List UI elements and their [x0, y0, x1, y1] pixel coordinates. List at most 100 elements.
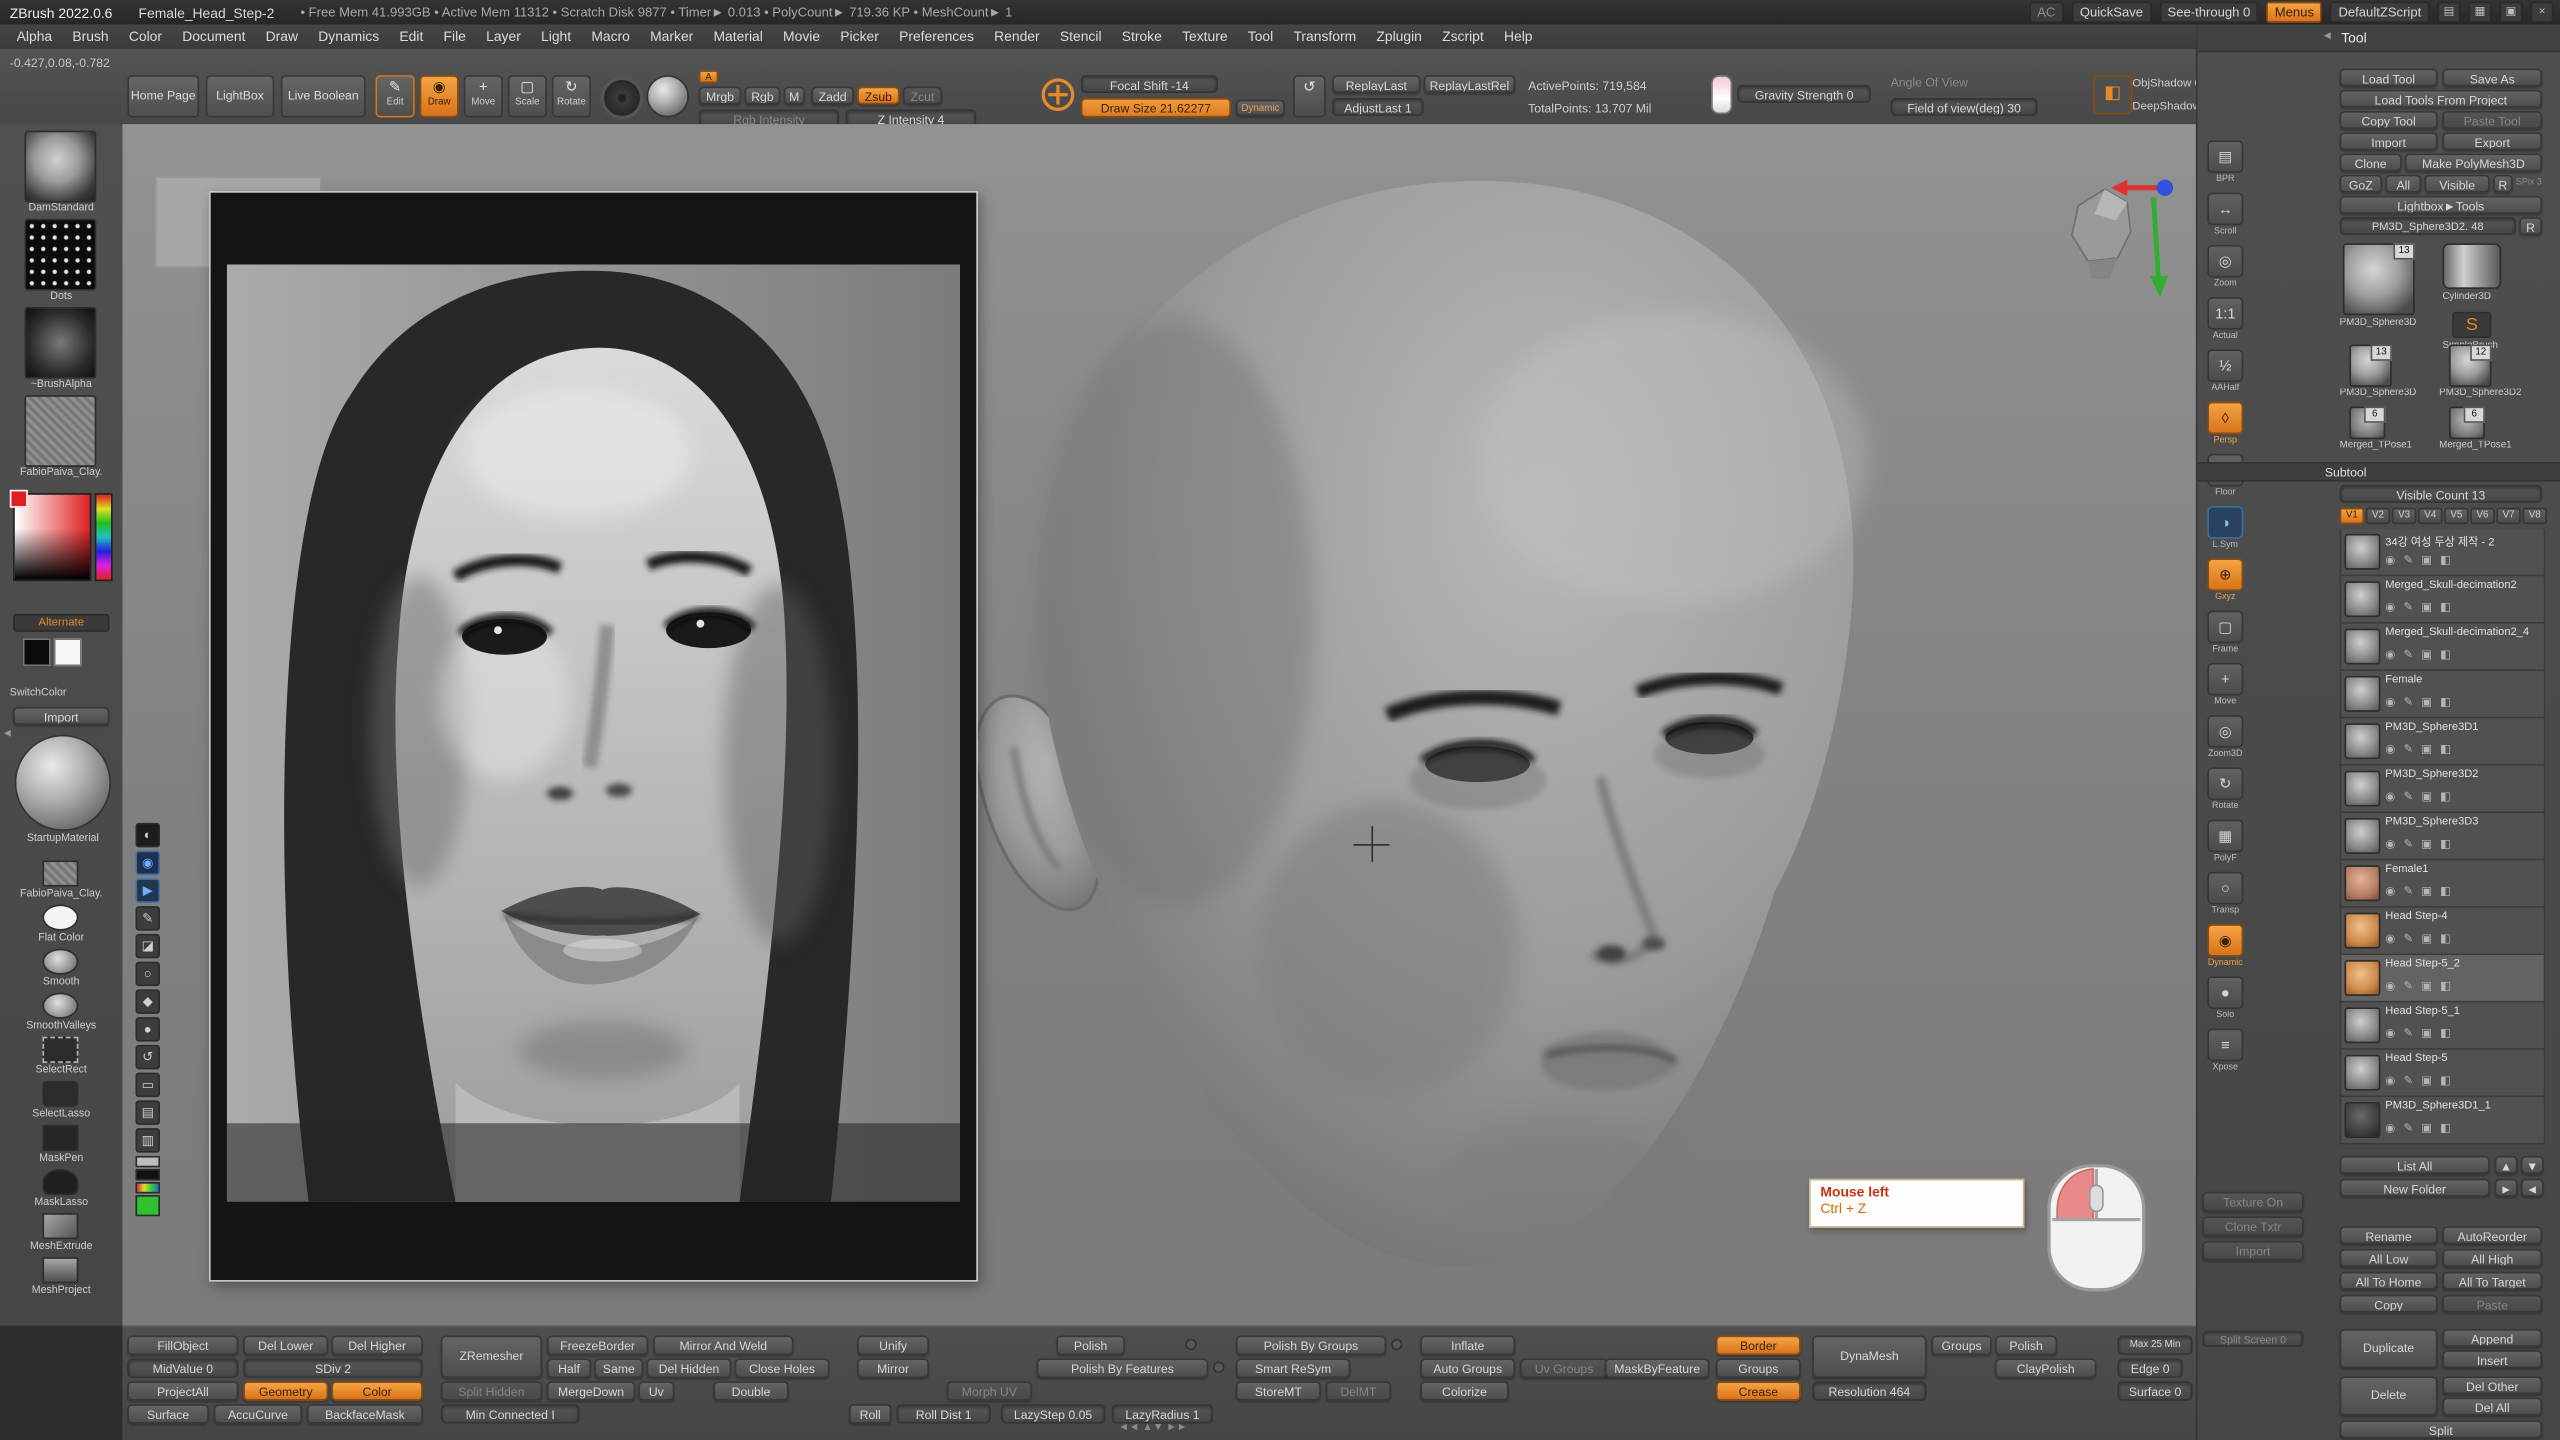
gravity-icon[interactable] [1711, 75, 1732, 114]
subtool-thumbnail[interactable] [2344, 913, 2380, 949]
polish-toggle-dot[interactable] [1185, 1339, 1196, 1350]
strip-tool-icon[interactable]: ▢ [2207, 611, 2243, 644]
lazystep-slider[interactable]: LazyStep 0.05 [1001, 1404, 1105, 1424]
auto-groups-button[interactable]: Auto Groups [1420, 1358, 1515, 1378]
menu-item[interactable]: Render [984, 24, 1050, 48]
subtool-tab[interactable]: V4 [2418, 508, 2442, 524]
subtool-thumbnail[interactable] [2344, 581, 2380, 617]
brush-icon[interactable]: ✎ [2403, 601, 2413, 617]
shelf-item[interactable]: MeshExtrude [0, 1211, 122, 1255]
deep-shadow-slider[interactable]: DeepShadow [2132, 101, 2201, 112]
half-button[interactable]: Half [547, 1358, 591, 1378]
delmt-button[interactable]: DelMT [1326, 1381, 1391, 1401]
uv-icon[interactable]: ◧ [2440, 885, 2451, 901]
tool-thumbnail[interactable]: 6 [2449, 407, 2485, 440]
strip-tool-button[interactable]: ◑ L.Sym [2201, 504, 2250, 556]
brush-icon[interactable]: ✎ [2403, 1074, 2413, 1090]
list-all-button[interactable]: List All [2340, 1156, 2490, 1174]
folder-next-icon[interactable]: ◄ [2521, 1179, 2544, 1197]
subtool-tab[interactable]: V3 [2392, 508, 2416, 524]
subtool-row[interactable]: PM3D_Sphere3D1 ◉ ✎ ▣ ◧ [2340, 718, 2546, 765]
eye-icon[interactable]: ◉ [2385, 696, 2395, 712]
zsub-button[interactable]: Zsub [857, 87, 899, 105]
quicksave-button[interactable]: QuickSave [2072, 2, 2151, 23]
delete-button[interactable]: Delete [2340, 1376, 2438, 1415]
menu-item[interactable]: Help [1494, 24, 1543, 48]
brush-thumbnail[interactable] [24, 395, 96, 467]
insert-button[interactable]: Insert [2442, 1350, 2542, 1368]
subtool-thumbnail[interactable] [2344, 818, 2380, 854]
cursor-icon[interactable]: ▶ [136, 878, 160, 902]
subtool-thumbnail[interactable] [2344, 771, 2380, 807]
rgb-button[interactable]: Rgb [744, 87, 780, 105]
uv-icon[interactable]: ◧ [2440, 838, 2451, 854]
active-tool-slider[interactable]: PM3D_Sphere3D2. 48 [2340, 217, 2516, 235]
strip-tool-button[interactable]: ▢ Frame [2201, 609, 2250, 661]
panel-scroll-arrows[interactable]: ◄◄ ▲▼ ►► [1118, 1422, 1187, 1433]
subtool-thumbnail[interactable] [2344, 534, 2380, 570]
tool-r-button[interactable]: R [2519, 217, 2542, 235]
subtool-tab[interactable]: V8 [2522, 508, 2546, 524]
crease-button[interactable]: Crease [1716, 1381, 1801, 1401]
eye-icon[interactable]: ◉ [2385, 1027, 2395, 1043]
goz-all-button[interactable]: All [2385, 175, 2421, 193]
strip-tool-button[interactable]: ● Solo [2201, 975, 2250, 1027]
split-button[interactable]: Split [2340, 1420, 2542, 1438]
z-axis-dot[interactable] [2157, 180, 2173, 196]
shelf-item[interactable]: SmoothValleys [0, 991, 122, 1035]
shelf-item-thumbnail[interactable] [42, 1257, 78, 1283]
adjust-last-slider[interactable]: AdjustLast 1 [1332, 98, 1423, 116]
strip-tool-icon[interactable]: ◉ [2207, 924, 2243, 957]
subtool-thumbnail[interactable] [2344, 676, 2380, 712]
claypolish-button[interactable]: ClayPolish [1995, 1358, 2096, 1378]
swatch-gray[interactable] [136, 1156, 160, 1167]
scale-button[interactable]: ▢ Scale [508, 75, 547, 117]
default-zscript-button[interactable]: DefaultZScript [2330, 2, 2429, 23]
draw-size-slider[interactable]: Draw Size 21.62277 [1081, 98, 1231, 118]
menu-item[interactable]: Edit [389, 24, 433, 48]
shelf-item-thumbnail[interactable] [42, 1125, 78, 1151]
colorize-button[interactable]: Colorize [1420, 1381, 1508, 1401]
texture-import-button[interactable]: Import [2202, 1241, 2303, 1261]
strip-tool-button[interactable]: ⊕ Gxyz [2201, 557, 2250, 609]
subtool-row[interactable]: PM3D_Sphere3D1_1 ◉ ✎ ▣ ◧ [2340, 1097, 2546, 1144]
backfacemask-button[interactable]: BackfaceMask [307, 1404, 423, 1424]
strip-tool-icon[interactable]: ● [2207, 976, 2243, 1009]
polypaint-icon[interactable]: ▣ [2421, 838, 2432, 854]
subtool-tab[interactable]: V5 [2444, 508, 2468, 524]
brush-icon[interactable]: ✎ [2403, 696, 2413, 712]
menu-item[interactable]: Marker [640, 24, 703, 48]
alternate-button[interactable]: Alternate [13, 614, 109, 632]
strip-tool-button[interactable]: ↻ Rotate [2201, 766, 2250, 818]
uv-icon[interactable]: ◧ [2440, 980, 2451, 996]
subtool-row[interactable]: Head Step-4 ◉ ✎ ▣ ◧ [2340, 908, 2546, 955]
eye-icon[interactable]: ◉ [2385, 1122, 2395, 1138]
tool-export-button[interactable]: Export [2442, 132, 2542, 150]
strip-tool-button[interactable]: ≡ Xpose [2201, 1027, 2250, 1079]
swatch-green[interactable] [136, 1195, 160, 1216]
strip-tool-icon[interactable]: ○ [2207, 872, 2243, 905]
polypaint-icon[interactable]: ▣ [2421, 1074, 2432, 1090]
morph-uv-button[interactable]: Morph UV [947, 1381, 1032, 1401]
brush-icon[interactable]: ✎ [2403, 790, 2413, 806]
swatch-black[interactable] [136, 1169, 160, 1180]
subtool-thumbnail[interactable] [2344, 1102, 2380, 1138]
all-low-button[interactable]: All Low [2340, 1249, 2438, 1267]
panel-collapse-icon[interactable]: ◄ [2322, 31, 2333, 42]
eye-icon[interactable]: ◉ [2385, 1074, 2395, 1090]
brush-item[interactable]: Dots [0, 216, 122, 304]
replay-last-rel-button[interactable]: ReplayLastRel [1424, 75, 1515, 93]
del-all-button[interactable]: Del All [2442, 1398, 2542, 1416]
uv-icon[interactable]: ◧ [2440, 743, 2451, 759]
strip-tool-icon[interactable]: + [2207, 663, 2243, 696]
subtool-row[interactable]: Merged_Skull-decimation2 ◉ ✎ ▣ ◧ [2340, 576, 2546, 623]
menu-item[interactable]: Zscript [1432, 24, 1494, 48]
stroke-preview[interactable] [601, 77, 643, 119]
polypaint-icon[interactable]: ▣ [2421, 1122, 2432, 1138]
strip-tool-icon[interactable]: ▦ [2207, 820, 2243, 853]
strip-tool-icon[interactable]: ▤ [2207, 140, 2243, 173]
shelf-item[interactable]: MaskLasso [0, 1167, 122, 1211]
smart-resym-button[interactable]: Smart ReSym [1236, 1358, 1350, 1378]
subtool-row[interactable]: Female1 ◉ ✎ ▣ ◧ [2340, 860, 2546, 907]
simplebrush-thumbnail[interactable]: S [2452, 312, 2491, 338]
